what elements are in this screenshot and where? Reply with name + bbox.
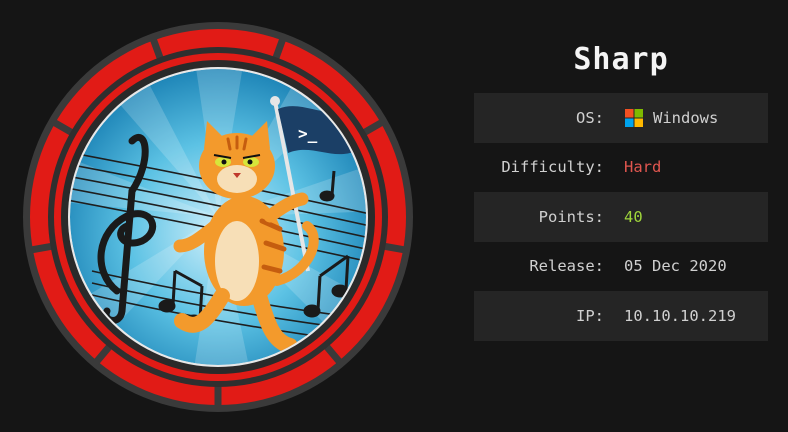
release-value: 05 Dec 2020: [624, 257, 727, 276]
machine-card: >_ Sharp OS: Windows Difficulty: Hard Po…: [0, 0, 788, 432]
machine-info-table: OS: Windows Difficulty: Hard Points: 40 …: [474, 93, 768, 341]
machine-avatar-badge: >_: [22, 21, 414, 413]
release-row: Release: 05 Dec 2020: [474, 242, 768, 292]
points-row: Points: 40: [474, 192, 768, 242]
difficulty-row: Difficulty: Hard: [474, 143, 768, 193]
windows-logo-icon: [625, 108, 643, 127]
os-value: Windows: [653, 108, 719, 127]
svg-text:>_: >_: [298, 124, 318, 143]
points-label: Points:: [538, 207, 604, 226]
release-label: Release:: [529, 257, 604, 276]
difficulty-value: Hard: [624, 158, 662, 177]
os-row: OS: Windows: [474, 93, 768, 143]
ip-row: IP: 10.10.10.219: [474, 291, 768, 341]
machine-name-title: Sharp: [573, 42, 669, 77]
os-label: OS:: [576, 108, 604, 127]
machine-avatar-image: >_: [23, 22, 413, 412]
points-value: 40: [624, 207, 643, 226]
ip-label: IP:: [576, 306, 604, 325]
os-value-container: Windows: [624, 108, 718, 128]
ip-value: 10.10.10.219: [624, 306, 736, 325]
difficulty-label: Difficulty:: [501, 158, 604, 177]
